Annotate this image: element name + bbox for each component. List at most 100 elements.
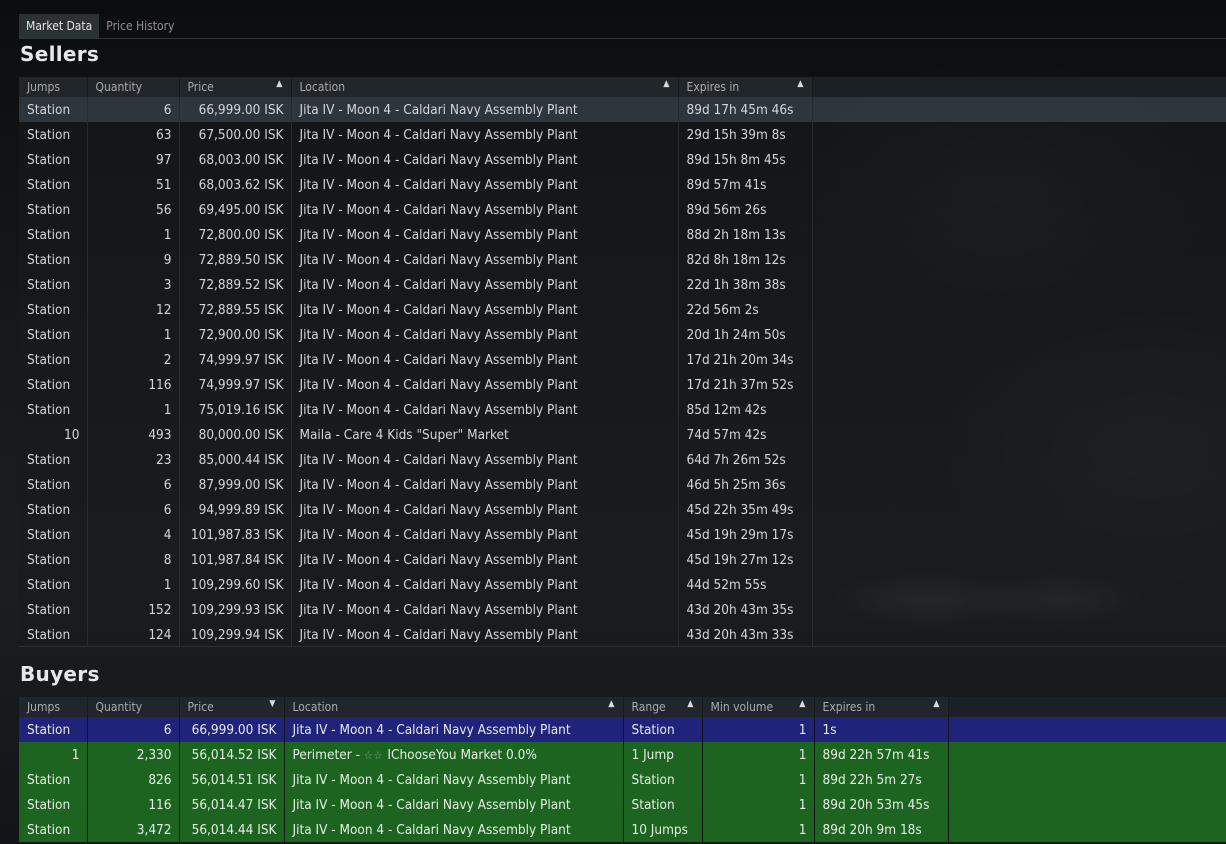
table-row[interactable]: Station 124 109,299.94 ISK Jita IV - Moon 4… xyxy=(19,622,1226,647)
col-label: Jumps xyxy=(27,80,61,94)
sort-asc-icon: ▲ xyxy=(799,699,806,709)
table-row[interactable]: Station 116 56,014.47 ISK Jita IV - Moon 4 … xyxy=(19,792,1226,817)
table-row[interactable]: Station 6 94,999.89 ISK Jita IV - Moon 4 - … xyxy=(19,497,1226,522)
col-label: Expires in xyxy=(686,80,740,94)
cell-quantity: 2,330 xyxy=(87,742,180,767)
cell-jumps: Station xyxy=(19,522,88,547)
table-row[interactable]: Station 63 67,500.00 ISK Jita IV - Moon 4 -… xyxy=(19,122,1226,147)
buyers-header-row: Jumps Quantity Price ▼ Location ▲ Range ▲ M… xyxy=(19,697,1226,717)
cell-jumps: Station xyxy=(19,172,88,197)
buyers-col-min-volume[interactable]: Min volume ▲ xyxy=(702,697,815,717)
cell-quantity: 116 xyxy=(87,372,180,397)
table-row[interactable]: Station 97 68,003.00 ISK Jita IV - Moon 4 -… xyxy=(19,147,1226,172)
cell-quantity: 6 xyxy=(87,717,180,742)
table-row[interactable]: Station 826 56,014.51 ISK Jita IV - Moon 4 … xyxy=(19,767,1226,792)
buyers-col-expires[interactable]: Expires in ▲ xyxy=(814,697,949,717)
sellers-col-jumps[interactable]: Jumps xyxy=(19,77,88,97)
table-row[interactable]: Station 6 87,999.00 ISK Jita IV - Moon 4 - … xyxy=(19,472,1226,497)
cell-jumps: Station xyxy=(19,717,88,742)
table-row[interactable]: Station 3 72,889.52 ISK Jita IV - Moon 4 - … xyxy=(19,272,1226,297)
cell-price: 68,003.62 ISK xyxy=(179,172,292,197)
row-filler xyxy=(812,422,1226,447)
cell-quantity: 51 xyxy=(87,172,180,197)
table-row[interactable]: Station 51 68,003.62 ISK Jita IV - Moon 4 -… xyxy=(19,172,1226,197)
col-label: Location xyxy=(299,80,346,94)
row-filler xyxy=(812,497,1226,522)
cell-quantity: 3,472 xyxy=(87,817,180,842)
buyers-col-location[interactable]: Location ▲ xyxy=(284,697,624,717)
sellers-col-expires[interactable]: Expires in ▲ xyxy=(678,77,813,97)
sort-asc-icon: ▲ xyxy=(663,79,670,89)
row-filler xyxy=(812,472,1226,497)
tab-price-history[interactable]: Price History xyxy=(99,14,181,38)
cell-jumps: 1 xyxy=(19,742,88,767)
table-row[interactable]: Station 8 101,987.84 ISK Jita IV - Moon 4 -… xyxy=(19,547,1226,572)
table-row[interactable]: Station 12 72,889.55 ISK Jita IV - Moon 4 -… xyxy=(19,297,1226,322)
cell-quantity: 1 xyxy=(87,222,180,247)
row-filler xyxy=(812,597,1226,622)
cell-jumps: Station xyxy=(19,97,88,122)
table-row[interactable]: Station 116 74,999.97 ISK Jita IV - Moon 4 … xyxy=(19,372,1226,397)
cell-quantity: 1 xyxy=(87,322,180,347)
table-row[interactable]: Station 6 66,999.00 ISK Jita IV - Moon 4 - … xyxy=(19,97,1226,122)
cell-quantity: 6 xyxy=(87,497,180,522)
cell-expires: 82d 8h 18m 12s xyxy=(678,247,813,272)
row-filler xyxy=(812,247,1226,272)
table-row[interactable]: Station 56 69,495.00 ISK Jita IV - Moon 4 -… xyxy=(19,197,1226,222)
buyers-col-quantity[interactable]: Quantity xyxy=(87,697,180,717)
cell-quantity: 23 xyxy=(87,447,180,472)
cell-location: Jita IV - Moon 4 - Caldari Navy Assembly… xyxy=(291,472,679,497)
cell-price: 74,999.97 ISK xyxy=(179,372,292,397)
cell-min-volume: 1 xyxy=(702,767,815,792)
cell-price: 109,299.94 ISK xyxy=(179,622,292,647)
table-row[interactable]: Station 9 72,889.50 ISK Jita IV - Moon 4 - … xyxy=(19,247,1226,272)
cell-location: Jita IV - Moon 4 - Caldari Navy Assembly… xyxy=(291,122,679,147)
table-row[interactable]: 1 2,330 56,014.52 ISK Perimeter - ☆☆ IChoos… xyxy=(19,742,1226,767)
table-row[interactable]: Station 1 109,299.60 ISK Jita IV - Moon 4 -… xyxy=(19,572,1226,597)
sort-desc-icon: ▼ xyxy=(269,699,276,709)
buyers-col-jumps[interactable]: Jumps xyxy=(19,697,88,717)
cell-price: 56,014.52 ISK xyxy=(179,742,285,767)
table-row[interactable]: Station 1 75,019.16 ISK Jita IV - Moon 4 - … xyxy=(19,397,1226,422)
table-row[interactable]: Station 152 109,299.93 ISK Jita IV - Moon 4… xyxy=(19,597,1226,622)
sort-asc-icon: ▲ xyxy=(797,79,804,89)
row-filler xyxy=(948,792,1226,817)
cell-price: 69,495.00 ISK xyxy=(179,197,292,222)
row-filler xyxy=(812,322,1226,347)
table-row[interactable]: Station 1 72,900.00 ISK Jita IV - Moon 4 - … xyxy=(19,322,1226,347)
sellers-title: Sellers xyxy=(20,42,100,66)
buyers-title: Buyers xyxy=(20,662,100,686)
cell-price: 56,014.47 ISK xyxy=(179,792,285,817)
buyers-col-price[interactable]: Price ▼ xyxy=(179,697,285,717)
cell-price: 80,000.00 ISK xyxy=(179,422,292,447)
cell-jumps: Station xyxy=(19,272,88,297)
table-row[interactable]: 10 493 80,000.00 ISK Maila - Care 4 Kids "S… xyxy=(19,422,1226,447)
cell-price: 56,014.44 ISK xyxy=(179,817,285,842)
cell-location: Jita IV - Moon 4 - Caldari Navy Assembly… xyxy=(291,247,679,272)
cell-expires: 46d 5h 25m 36s xyxy=(678,472,813,497)
row-filler xyxy=(812,97,1226,122)
cell-range: 1 Jump xyxy=(623,742,703,767)
table-row[interactable]: Station 23 85,000.44 ISK Jita IV - Moon 4 -… xyxy=(19,447,1226,472)
sellers-header-row: Jumps Quantity Price ▲ Location ▲ Expires … xyxy=(19,77,1226,97)
cell-min-volume: 1 xyxy=(702,742,815,767)
cell-price: 56,014.51 ISK xyxy=(179,767,285,792)
table-row[interactable]: Station 2 74,999.97 ISK Jita IV - Moon 4 - … xyxy=(19,347,1226,372)
cell-quantity: 97 xyxy=(87,147,180,172)
cell-jumps: Station xyxy=(19,447,88,472)
table-row[interactable]: Station 1 72,800.00 ISK Jita IV - Moon 4 - … xyxy=(19,222,1226,247)
cell-jumps: Station xyxy=(19,497,88,522)
sellers-col-price[interactable]: Price ▲ xyxy=(179,77,292,97)
cell-location: Jita IV - Moon 4 - Caldari Navy Assembly… xyxy=(291,322,679,347)
cell-location: Jita IV - Moon 4 - Caldari Navy Assembly… xyxy=(291,447,679,472)
cell-quantity: 4 xyxy=(87,522,180,547)
buyers-col-range[interactable]: Range ▲ xyxy=(623,697,703,717)
table-row[interactable]: Station 4 101,987.83 ISK Jita IV - Moon 4 -… xyxy=(19,522,1226,547)
sellers-col-location[interactable]: Location ▲ xyxy=(291,77,679,97)
table-row[interactable]: Station 3,472 56,014.44 ISK Jita IV - Moon … xyxy=(19,817,1226,842)
sellers-col-quantity[interactable]: Quantity xyxy=(87,77,180,97)
cell-location: Jita IV - Moon 4 - Caldari Navy Assembly… xyxy=(284,817,624,842)
table-row[interactable]: Station 6 66,999.00 ISK Jita IV - Moon 4 - … xyxy=(19,717,1226,742)
cell-jumps: Station xyxy=(19,397,88,422)
tab-market-data[interactable]: Market Data xyxy=(19,14,100,38)
